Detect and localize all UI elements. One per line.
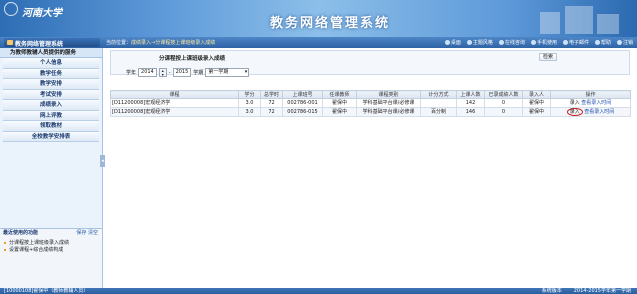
mail-icon [562, 40, 568, 45]
sidebar: 为教师教辅人员提供的服务 个人信息 教学任务 教学安排 考试安排 成绩录入 网上… [0, 48, 103, 288]
sidebar-item-school-schedule[interactable]: 全校教学安排表 [3, 131, 99, 142]
col-teacher: 任课教师 [322, 90, 357, 99]
sidebar-toggle[interactable]: ◂ [100, 155, 105, 167]
recent-item[interactable]: 分课程按上课班级录入成绩 [4, 240, 98, 247]
view-entry-time-link[interactable]: 查看录入时间 [584, 109, 614, 115]
table-row: [D11200008]宏观经济学 3.0 72 002786-001 翟保中 学… [110, 98, 631, 108]
toplink-email[interactable]: 电子邮件 [562, 39, 589, 46]
sidebar-item-personal-info[interactable]: 个人信息 [3, 58, 99, 69]
status-version: 系统版本 [541, 288, 562, 294]
course-table: 课程 学分 总学时 上课班号 任课教师 课程类别 计分方式 上课人数 已录成绩人… [110, 90, 631, 117]
table-row: [D11200008]宏观经济学 3.0 72 002786-015 翟保中 学… [110, 106, 631, 117]
col-credit: 学分 [238, 90, 261, 99]
sidebar-section-title: 为教师教辅人员提供的服务 [0, 48, 102, 58]
enter-grades-link[interactable]: 录入 [566, 108, 583, 115]
cell-enrolled: 146 [456, 106, 485, 117]
cell-recorder: 翟保中 [522, 106, 551, 117]
recent-clear-link[interactable]: 清空 [88, 230, 98, 236]
cell-teacher: 翟保中 [322, 98, 357, 108]
help-icon [594, 40, 600, 45]
term-select[interactable]: 第一学期 [205, 68, 250, 77]
cell-actions: 录入 查看录入时间 [550, 106, 631, 117]
system-title: 教务网络管理系统 [270, 16, 391, 31]
sidebar-item-online-evaluation[interactable]: 网上评教 [3, 110, 99, 121]
col-recorded: 已录成绩人数 [484, 90, 523, 99]
chat-icon [498, 40, 504, 45]
recent-item[interactable]: 设置课程+综合成绩构成 [4, 247, 98, 254]
main-content: 分课程按上课班级录入成绩 检索 学年 2014 ▴ ▾ - 2015 学期 第一学… [106, 48, 637, 288]
cell-credit: 3.0 [238, 98, 261, 108]
power-icon [616, 40, 622, 45]
col-category: 课程类别 [356, 90, 421, 99]
year-start-input[interactable]: 2014 [138, 68, 157, 77]
query-button[interactable]: 检索 [539, 53, 557, 61]
desktop-icon [444, 40, 450, 45]
cell-recorded: 0 [484, 106, 523, 117]
toplink-theme[interactable]: 主题风格 [466, 39, 493, 46]
cell-teacher: 翟保中 [322, 106, 357, 117]
toplink-help[interactable]: 帮助 [594, 39, 611, 46]
header-banner: 河南大学 教务网络管理系统 [0, 0, 637, 37]
cell-recorded: 0 [484, 98, 523, 108]
system-menu-title: 教务网络管理系统 [4, 38, 100, 48]
cell-scoring: 百分制 [420, 106, 457, 117]
sidebar-item-teaching-arrangement[interactable]: 教学安排 [3, 79, 99, 90]
col-recorder: 录入人 [522, 90, 551, 99]
cell-category: 学科基础平台课/必修课 [356, 106, 421, 117]
theme-icon [466, 40, 472, 45]
building-graphic-icon [540, 6, 619, 34]
recent-save-link[interactable]: 保存 [76, 230, 86, 236]
top-menubar: 教务网络管理系统 当前位置：成绩录入→分课程按上课班级录入成绩 桌面 主题风格 … [0, 37, 637, 48]
view-entry-time-link[interactable]: 查看录入时间 [581, 100, 611, 106]
toplink-desktop[interactable]: 桌面 [444, 39, 461, 46]
cell-actions: 录入 查看录入时间 [550, 98, 631, 108]
recent-functions: 最近使用的功能 保存 清空 分课程按上课班级录入成绩 设置课程+综合成绩构成 [0, 228, 102, 288]
col-class-no: 上课班号 [282, 90, 323, 99]
panel-title: 分课程按上课班级录入成绩 [159, 56, 226, 62]
cell-class-no: 002786-001 [282, 98, 323, 108]
sidebar-item-textbooks[interactable]: 领取教材 [3, 121, 99, 132]
cell-course: [D11200008]宏观经济学 [110, 106, 239, 117]
year-label: 学年 [126, 70, 137, 76]
status-term: 2014-2015学年第一学期 [573, 288, 631, 294]
col-enrolled: 上课人数 [456, 90, 485, 99]
sidebar-item-exam-arrangement[interactable]: 考试安排 [3, 89, 99, 100]
toplink-consult[interactable]: 在线咨询 [498, 39, 525, 46]
university-logo: 河南大学 [22, 8, 62, 19]
col-actions: 操作 [550, 90, 631, 99]
table-header-row: 课程 学分 总学时 上课班号 任课教师 课程类别 计分方式 上课人数 已录成绩人… [110, 90, 631, 99]
toplink-logout[interactable]: 注销 [616, 39, 633, 46]
sidebar-item-teaching-tasks[interactable]: 教学任务 [3, 68, 99, 79]
folder-icon [7, 40, 13, 45]
breadcrumb-path[interactable]: 成绩录入→分课程按上课班级录入成绩 [131, 40, 215, 46]
cell-hours: 72 [260, 106, 283, 117]
cell-hours: 72 [260, 98, 283, 108]
cell-course: [D11200008]宏观经济学 [110, 98, 239, 108]
sidebar-item-grade-entry[interactable]: 成绩录入 [3, 100, 99, 111]
cell-recorder: 翟保中 [522, 98, 551, 108]
cell-category: 学科基础平台课/必修课 [356, 98, 421, 108]
breadcrumb: 当前位置：成绩录入→分课程按上课班级录入成绩 [106, 40, 216, 46]
col-hours: 总学时 [260, 90, 283, 99]
status-user: [10000108]翟保中（教师教辅人员） [4, 288, 89, 294]
year-end-field: 2015 [172, 68, 192, 77]
top-links: 桌面 主题风格 在线咨询 手机使用 电子邮件 帮助 注销 [444, 39, 633, 46]
cell-scoring [420, 98, 457, 108]
recent-title: 最近使用的功能 [3, 230, 39, 236]
col-course: 课程 [110, 90, 239, 99]
status-bar: [10000108]翟保中（教师教辅人员） 系统版本 2014-2015学年第一学… [0, 288, 637, 294]
cell-credit: 3.0 [238, 106, 261, 117]
cell-class-no: 002786-015 [282, 106, 323, 117]
enter-grades-link[interactable]: 录入 [570, 100, 580, 106]
sidebar-nav: 个人信息 教学任务 教学安排 考试安排 成绩录入 网上评教 领取教材 全校教学安… [0, 58, 102, 142]
filter-row: 学年 2014 ▴ ▾ - 2015 学期 第一学期 [126, 68, 250, 77]
toplink-mobile[interactable]: 手机使用 [530, 39, 557, 46]
year-stepper[interactable]: ▴ ▾ [158, 68, 167, 77]
cell-enrolled: 142 [456, 98, 485, 108]
term-label: 学期 [193, 70, 204, 76]
year-separator: - [168, 69, 171, 76]
phone-icon [530, 40, 536, 45]
col-scoring: 计分方式 [420, 90, 457, 99]
